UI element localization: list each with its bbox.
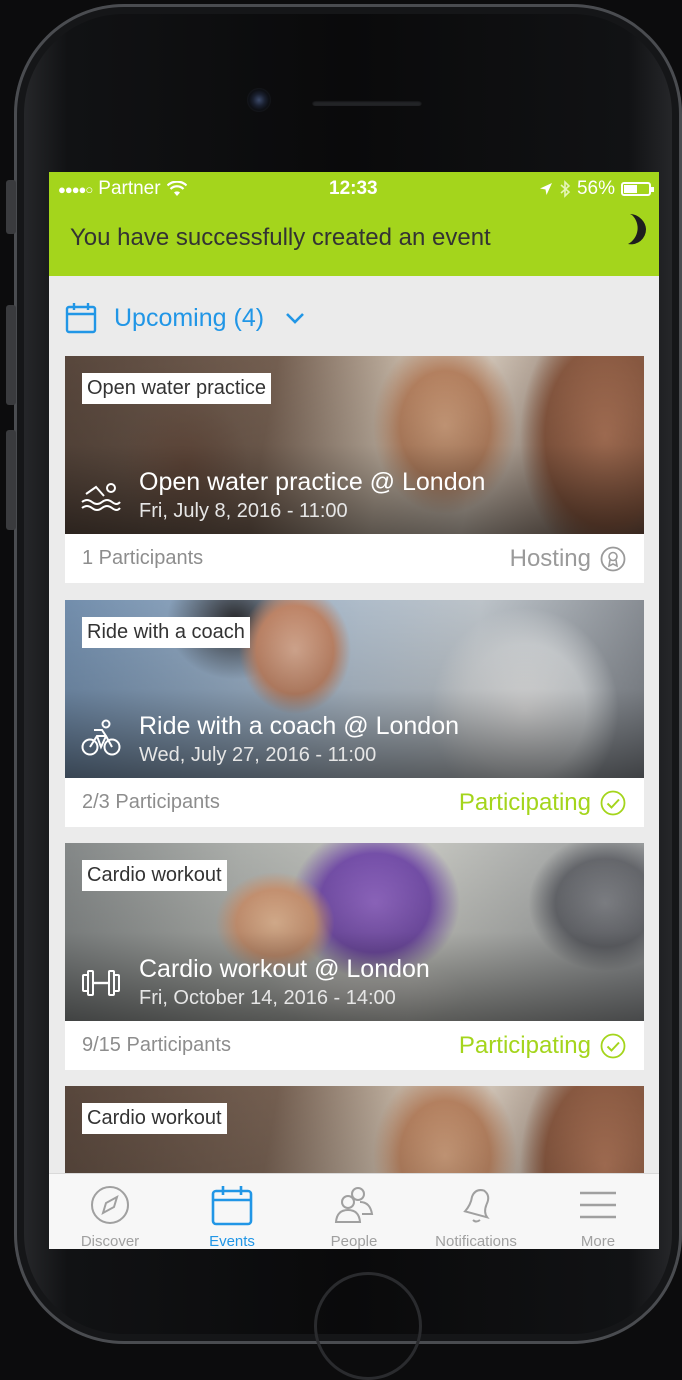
wifi-icon <box>166 181 187 196</box>
front-camera <box>247 88 271 112</box>
tab-people[interactable]: People <box>293 1174 415 1249</box>
swimming-icon <box>81 483 121 511</box>
banner-message: You have successfully created an event <box>70 224 491 251</box>
battery-icon <box>621 182 654 196</box>
event-tag: Cardio workout <box>82 860 227 891</box>
tab-events[interactable]: Events <box>171 1174 293 1249</box>
people-icon <box>334 1187 374 1223</box>
event-card[interactable]: Ride with a coach Ride with a coach @ Lo… <box>65 600 644 827</box>
status-time: 12:33 <box>329 178 378 199</box>
tab-bar: Discover Events People Notifications Mor… <box>49 1173 659 1249</box>
compass-icon <box>91 1186 129 1224</box>
check-circle-icon <box>600 790 626 816</box>
event-date: Fri, October 14, 2016 - 14:00 <box>139 987 396 1009</box>
tab-notifications[interactable]: Notifications <box>415 1174 537 1249</box>
upcoming-label: Upcoming (4) <box>114 303 265 332</box>
event-date: Fri, July 8, 2016 - 11:00 <box>139 500 348 522</box>
earpiece-speaker <box>312 100 422 106</box>
status-label: Hosting <box>509 545 591 572</box>
tab-more[interactable]: More <box>537 1174 659 1249</box>
event-title: Open water practice @ London <box>139 468 486 496</box>
signal-strength: ●●●●○ <box>58 181 93 197</box>
event-footer: 1 Participants Hosting <box>65 534 644 583</box>
event-title: Ride with a coach @ London <box>139 712 460 740</box>
participants-count: 9/15 Participants <box>82 1034 231 1056</box>
bluetooth-icon <box>560 180 571 198</box>
home-button[interactable] <box>314 1272 422 1380</box>
bell-icon <box>463 1189 490 1223</box>
event-title: Cardio workout @ London <box>139 955 430 983</box>
success-banner: You have successfully created an event <box>49 204 659 276</box>
participants-count: 1 Participants <box>82 547 204 569</box>
event-footer: 9/15 Participants Participating <box>65 1021 644 1070</box>
event-card[interactable]: Cardio workout Cardio workout @ London F… <box>65 843 644 1070</box>
moon-icon[interactable] <box>622 212 648 246</box>
tab-label: Discover <box>80 1233 140 1249</box>
event-date: Wed, July 27, 2016 - 11:00 <box>139 744 377 766</box>
tab-discover[interactable]: Discover <box>49 1174 171 1249</box>
event-footer: 2/3 Participants Participating <box>65 778 644 827</box>
upcoming-filter-dropdown[interactable]: Upcoming (4) <box>65 302 306 334</box>
status-label: Participating <box>458 789 591 816</box>
tab-label: People <box>330 1233 378 1249</box>
status-badge: Participating <box>459 1032 626 1060</box>
cycling-icon <box>81 719 121 756</box>
carrier-name: Partner <box>98 178 161 199</box>
check-circle-icon <box>600 1033 626 1059</box>
tab-label: Events <box>209 1233 255 1249</box>
participants-count: 2/3 Participants <box>82 791 220 813</box>
status-bar: ●●●●○ Partner 12:33 56% <box>49 172 659 204</box>
event-tag: Cardio workout <box>82 1103 227 1134</box>
volume-down-button <box>6 430 16 530</box>
location-arrow-icon <box>539 183 552 195</box>
battery-percent: 56% <box>576 178 615 199</box>
status-label: Participating <box>458 1032 591 1059</box>
event-tag: Ride with a coach <box>82 617 250 648</box>
calendar-icon <box>65 303 97 334</box>
volume-up-button <box>6 305 16 405</box>
dumbbell-icon <box>82 970 120 996</box>
event-tag: Open water practice <box>82 373 271 404</box>
chevron-down-icon <box>286 313 304 324</box>
tab-label: More <box>580 1233 616 1249</box>
app-screen: ●●●●○ Partner 12:33 56% You have success… <box>49 172 659 1249</box>
tab-label: Notifications <box>435 1233 517 1249</box>
event-card[interactable]: Open water practice Open water practice … <box>65 356 644 583</box>
status-badge: Hosting <box>510 545 626 573</box>
mute-switch <box>6 180 16 234</box>
hosting-badge-icon <box>600 546 626 572</box>
menu-icon <box>580 1191 616 1219</box>
status-badge: Participating <box>459 789 626 817</box>
calendar-icon <box>211 1186 253 1226</box>
